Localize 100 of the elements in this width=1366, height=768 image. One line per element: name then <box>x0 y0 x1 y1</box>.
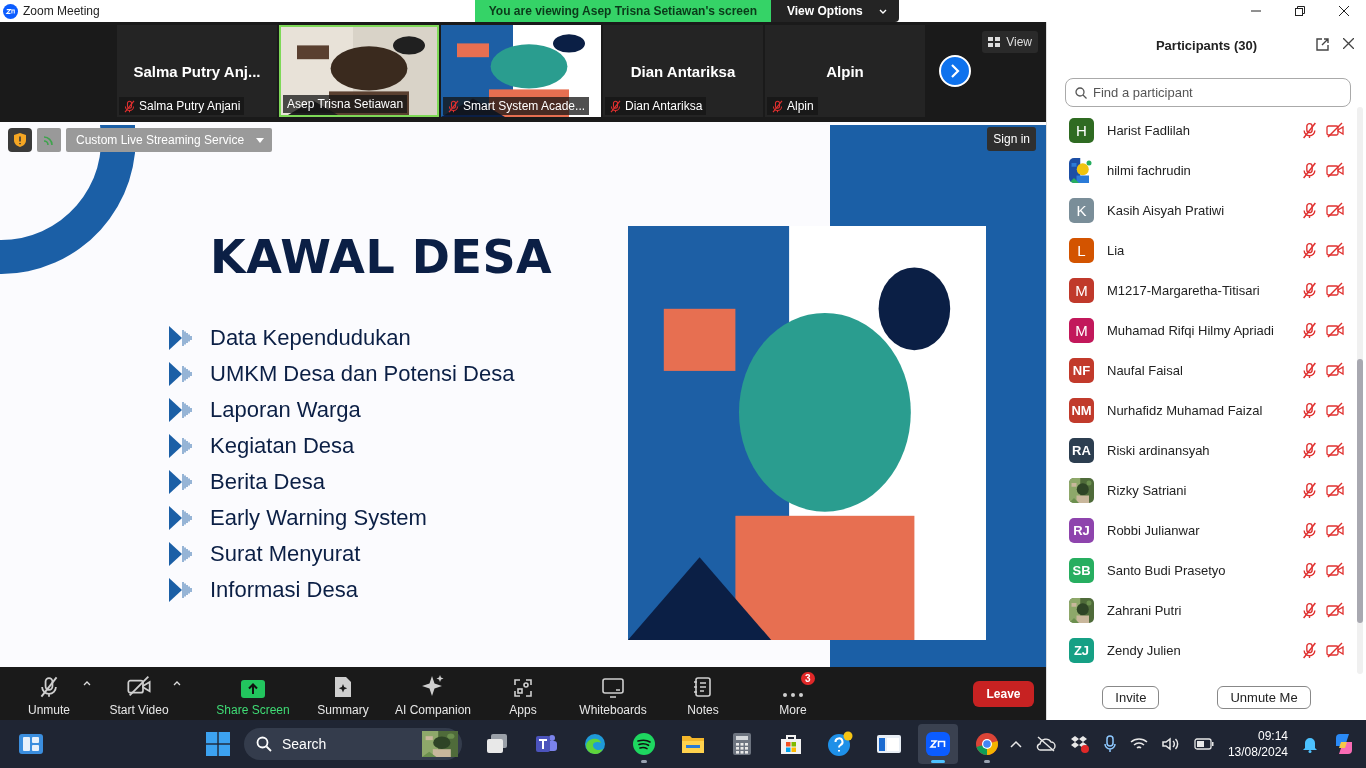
shield-icon <box>13 132 27 148</box>
document-sparkle-icon <box>333 675 353 698</box>
participant-row[interactable]: Zahrani Putri <box>1047 590 1366 630</box>
search-field[interactable]: Search <box>244 728 462 760</box>
camera-off-icon <box>1326 161 1344 179</box>
search-field[interactable]: Find a participant <box>1065 78 1351 107</box>
camera-off-icon <box>127 673 151 698</box>
share-screen-icon <box>241 679 265 698</box>
participant-name: Harist Fadlilah <box>1107 122 1192 138</box>
pop-out-icon[interactable] <box>1316 38 1329 51</box>
search-icon <box>1075 87 1087 99</box>
battery-icon[interactable] <box>1193 738 1214 750</box>
view-button[interactable]: View <box>982 31 1038 53</box>
participant-row[interactable]: K Kasih Aisyah Pratiwi <box>1047 190 1366 230</box>
avatar: ZJ <box>1069 637 1094 663</box>
apps-icon <box>513 677 533 698</box>
taskbar-app-button[interactable] <box>917 724 958 764</box>
participant-row[interactable]: M Muhamad Rifqi Hilmy Apriadi <box>1047 310 1366 350</box>
wifi-icon[interactable] <box>1129 737 1148 751</box>
store-icon <box>778 732 803 756</box>
notes-button[interactable]: Notes <box>658 670 748 717</box>
participant-name: hilmi fachrudin <box>1107 162 1192 178</box>
camera-off-icon <box>1326 561 1344 579</box>
camera-off-icon <box>1326 201 1344 219</box>
close-icon[interactable] <box>1339 6 1349 16</box>
edge-icon <box>582 732 607 756</box>
participant-name: Dian Antariksa <box>630 62 736 80</box>
participant-row[interactable]: L Lia <box>1047 230 1366 270</box>
participant-row[interactable]: RJ Robbi Julianwar <box>1047 510 1366 550</box>
bullet-text: UMKM Desa dan Potensi Desa <box>210 361 515 387</box>
video-button[interactable]: Start Video <box>94 670 184 717</box>
participant-row[interactable]: SB Santo Budi Prasetyo <box>1047 550 1366 590</box>
camera-off-icon <box>1326 481 1344 499</box>
participant-name: Santo Budi Prasetyo <box>1107 562 1227 578</box>
volume-icon[interactable] <box>1161 737 1180 751</box>
next-page-button[interactable] <box>939 55 971 87</box>
panel-button[interactable]: Unmute Me <box>1217 685 1311 709</box>
name-label: Asep Trisna Setiawan <box>283 95 408 113</box>
sign-in-button[interactable]: Sign in <box>987 127 1036 151</box>
zoom-logo-icon <box>3 3 18 19</box>
video-tile[interactable]: Asep Trisna Setiawan <box>279 25 439 117</box>
participant-row[interactable]: Rizky Satriani <box>1047 470 1366 510</box>
whiteboard-button[interactable]: Whiteboards <box>568 670 658 717</box>
widgets-icon[interactable] <box>18 732 44 756</box>
camera-off-icon <box>1326 441 1344 459</box>
mic-icon[interactable] <box>1103 735 1116 753</box>
clock[interactable]: 09:14 13/08/2024 <box>1227 729 1288 759</box>
security-button[interactable] <box>8 128 32 152</box>
play-arrow-icon <box>168 432 194 460</box>
leave-button[interactable]: Leave <box>973 680 1034 707</box>
scrollbar-thumb[interactable] <box>1357 359 1363 623</box>
caret-icon <box>83 681 91 686</box>
participant-row[interactable]: M M1217-Margaretha-Titisari <box>1047 270 1366 310</box>
name-label: Smart System Acade... <box>443 97 590 115</box>
participant-name: Rizky Satriani <box>1107 482 1188 498</box>
mic-muted-icon <box>1301 641 1318 659</box>
date-text: 13/08/2024 <box>1227 745 1288 759</box>
video-tile[interactable]: Salma Putry Anj... Salma Putry Anjani <box>117 25 277 117</box>
panel-title: Participants (30) <box>1155 37 1258 53</box>
folder-icon <box>680 733 705 755</box>
close-icon[interactable] <box>1343 38 1354 49</box>
restore-icon[interactable] <box>1295 6 1305 16</box>
participant-row[interactable]: hilmi fachrudin <box>1047 150 1366 190</box>
view-options-button[interactable]: View Options <box>771 0 899 22</box>
mic-button[interactable]: Unmute <box>4 670 94 717</box>
participant-name: Zahrani Putri <box>1107 602 1183 618</box>
apps-button[interactable]: Apps <box>478 670 568 717</box>
participant-row[interactable]: ZJ Zendy Julien <box>1047 630 1366 670</box>
video-tile[interactable]: Alpin Alpin <box>765 25 925 117</box>
bullet-text: Data Kependudukan <box>210 325 411 351</box>
chevron-up-icon[interactable] <box>1009 740 1022 748</box>
avatar: M <box>1069 277 1094 303</box>
participant-row[interactable]: NF Naufal Faisal <box>1047 350 1366 390</box>
mic-muted-icon <box>1301 561 1318 579</box>
mic-muted-icon <box>609 99 622 113</box>
dropbox-icon[interactable] <box>1069 735 1090 753</box>
participant-row[interactable]: H Harist Fadlilah <box>1047 110 1366 150</box>
participant-row[interactable]: NM Nurhafidz Muhamad Faizal <box>1047 390 1366 430</box>
participant-row[interactable]: RA Riski ardinansyah <box>1047 430 1366 470</box>
panel-button[interactable]: Invite <box>1102 685 1160 709</box>
broadcast-icon <box>42 133 56 147</box>
play-arrow-icon <box>168 324 194 352</box>
name-label: Salma Putry Anjani <box>119 97 245 115</box>
ai-button[interactable]: AI Companion <box>388 670 478 717</box>
bullet-text: Early Warning System <box>210 505 427 531</box>
cloud-off-icon[interactable] <box>1035 736 1056 752</box>
camera-off-icon <box>1326 121 1344 139</box>
mic-muted-icon <box>1301 201 1318 219</box>
notes-icon <box>694 675 712 698</box>
mic-muted-icon <box>447 99 460 113</box>
avatar: M <box>1069 317 1094 343</box>
share-button[interactable]: Share Screen <box>208 670 298 717</box>
video-tile[interactable]: Smart System Acade... <box>441 25 601 117</box>
bell-icon[interactable] <box>1302 735 1318 753</box>
play-arrow-icon <box>168 576 194 604</box>
participant-name: Riski ardinansyah <box>1107 442 1211 458</box>
video-tile[interactable]: Dian Antariksa Dian Antariksa <box>603 25 763 117</box>
avatar: NM <box>1069 397 1094 423</box>
summary-button[interactable]: Summary <box>298 670 388 717</box>
bullet-text: Laporan Warga <box>210 397 361 423</box>
